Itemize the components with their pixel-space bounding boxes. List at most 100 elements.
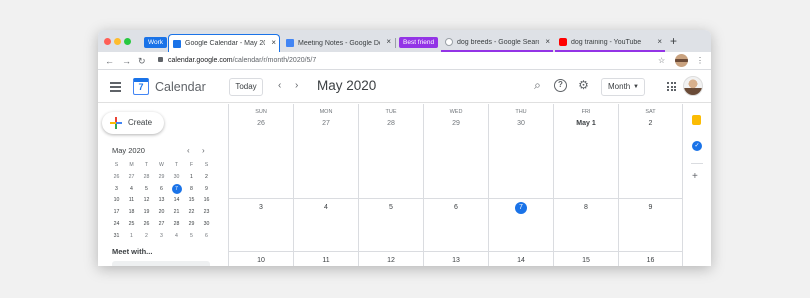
close-tab-icon[interactable]: × bbox=[657, 37, 662, 46]
close-window-button[interactable] bbox=[104, 38, 111, 45]
mini-day[interactable]: 15 bbox=[184, 195, 199, 207]
mini-day[interactable]: 26 bbox=[139, 219, 154, 231]
close-tab-icon[interactable]: × bbox=[386, 37, 391, 46]
bookmark-star-icon[interactable]: ☆ bbox=[658, 55, 665, 67]
day-number[interactable]: 10 bbox=[229, 257, 293, 264]
tab-group-work[interactable]: Work bbox=[144, 37, 168, 48]
mini-day[interactable]: 21 bbox=[169, 207, 184, 219]
today-date-badge[interactable]: 7 bbox=[515, 202, 527, 214]
close-tab-icon[interactable]: × bbox=[271, 38, 276, 47]
mini-day[interactable]: 3 bbox=[154, 231, 169, 243]
new-tab-button[interactable]: + bbox=[670, 34, 677, 48]
day-number[interactable]: 6 bbox=[424, 204, 488, 211]
add-addon-icon[interactable]: + bbox=[692, 172, 698, 182]
reload-icon[interactable]: ↻ bbox=[138, 54, 146, 68]
mini-day[interactable]: 20 bbox=[154, 207, 169, 219]
mini-day[interactable]: 8 bbox=[184, 184, 199, 196]
mini-day[interactable]: 25 bbox=[124, 219, 139, 231]
mini-day[interactable]: 2 bbox=[139, 231, 154, 243]
browser-menu-icon[interactable]: ⋮ bbox=[696, 55, 704, 67]
day-cell[interactable]: 10 bbox=[228, 252, 293, 266]
day-number[interactable]: 8 bbox=[554, 204, 618, 211]
mini-day[interactable]: 24 bbox=[109, 219, 124, 231]
mini-day[interactable]: 4 bbox=[169, 231, 184, 243]
help-icon[interactable]: ? bbox=[554, 79, 567, 92]
day-cell[interactable]: WED 29 bbox=[423, 104, 488, 199]
zoom-window-button[interactable] bbox=[124, 38, 131, 45]
keep-icon[interactable] bbox=[692, 115, 701, 125]
mini-day[interactable]: 6 bbox=[199, 231, 214, 243]
mini-day[interactable]: 27 bbox=[124, 172, 139, 184]
day-cell[interactable]: TUE 28 bbox=[358, 104, 423, 199]
day-cell[interactable]: 6 bbox=[423, 199, 488, 252]
day-cell[interactable]: 11 bbox=[293, 252, 358, 266]
mini-day[interactable]: 6 bbox=[154, 184, 169, 196]
day-number[interactable]: 15 bbox=[554, 257, 618, 264]
tab-group-best-friend[interactable]: Best friend bbox=[399, 37, 439, 48]
day-number[interactable]: 26 bbox=[229, 120, 293, 127]
mini-day[interactable]: 1 bbox=[124, 231, 139, 243]
today-button[interactable]: Today bbox=[229, 78, 263, 96]
mini-day[interactable]: 30 bbox=[169, 172, 184, 184]
mini-day[interactable]: 28 bbox=[169, 219, 184, 231]
day-number[interactable]: 16 bbox=[619, 257, 682, 264]
tab-meeting-notes[interactable]: Meeting Notes - Google Docs × bbox=[282, 34, 394, 52]
mini-day[interactable]: 16 bbox=[199, 195, 214, 207]
day-number[interactable]: 13 bbox=[424, 257, 488, 264]
day-cell[interactable]: 12 bbox=[358, 252, 423, 266]
mini-day[interactable]: 14 bbox=[169, 195, 184, 207]
day-cell[interactable]: SAT 2 bbox=[618, 104, 682, 199]
day-cell[interactable]: 8 bbox=[553, 199, 618, 252]
mini-day[interactable]: 11 bbox=[124, 195, 139, 207]
day-number[interactable]: 4 bbox=[294, 204, 358, 211]
day-number[interactable]: 29 bbox=[424, 120, 488, 127]
mini-next-icon[interactable]: › bbox=[202, 146, 205, 155]
day-cell[interactable]: 4 bbox=[293, 199, 358, 252]
day-cell[interactable]: 5 bbox=[358, 199, 423, 252]
day-number[interactable]: 14 bbox=[489, 257, 553, 264]
tasks-icon[interactable]: ✓ bbox=[692, 141, 702, 151]
mini-prev-icon[interactable]: ‹ bbox=[187, 146, 190, 155]
mini-day[interactable]: 27 bbox=[154, 219, 169, 231]
day-number[interactable]: 9 bbox=[619, 204, 682, 211]
settings-gear-icon[interactable]: ⚙ bbox=[577, 79, 590, 92]
day-cell[interactable]: 14 bbox=[488, 252, 553, 266]
day-cell[interactable]: 13 bbox=[423, 252, 488, 266]
search-people-input[interactable] bbox=[112, 261, 210, 266]
day-number[interactable]: 12 bbox=[359, 257, 423, 264]
search-icon[interactable]: ⌕ bbox=[531, 79, 544, 92]
mini-day[interactable]: 7 bbox=[169, 184, 184, 196]
mini-day[interactable]: 29 bbox=[154, 172, 169, 184]
view-switcher[interactable]: Month ▼ bbox=[601, 78, 645, 96]
mini-day[interactable]: 2 bbox=[199, 172, 214, 184]
mini-day[interactable]: 18 bbox=[124, 207, 139, 219]
day-number[interactable]: 3 bbox=[229, 204, 293, 211]
tab-dog-training[interactable]: dog training - YouTube × bbox=[555, 34, 665, 52]
tab-dog-breeds[interactable]: dog breeds - Google Search × bbox=[441, 34, 553, 52]
day-number[interactable]: 27 bbox=[294, 120, 358, 127]
prev-month-icon[interactable]: ‹ bbox=[278, 79, 281, 93]
mini-day[interactable]: 31 bbox=[109, 231, 124, 243]
day-cell[interactable]: 7 bbox=[488, 199, 553, 252]
day-number[interactable]: 30 bbox=[489, 120, 553, 127]
day-cell[interactable]: SUN 26 bbox=[228, 104, 293, 199]
mini-day[interactable]: 17 bbox=[109, 207, 124, 219]
account-avatar[interactable] bbox=[683, 76, 703, 96]
minimize-window-button[interactable] bbox=[114, 38, 121, 45]
day-cell[interactable]: 15 bbox=[553, 252, 618, 266]
mini-day[interactable]: 28 bbox=[139, 172, 154, 184]
day-cell[interactable]: 16 bbox=[618, 252, 682, 266]
day-number[interactable]: 5 bbox=[359, 204, 423, 211]
create-button[interactable]: Create bbox=[102, 112, 164, 134]
mini-day[interactable]: 23 bbox=[199, 207, 214, 219]
mini-day[interactable]: 19 bbox=[139, 207, 154, 219]
mini-day[interactable]: 5 bbox=[184, 231, 199, 243]
mini-day[interactable]: 10 bbox=[109, 195, 124, 207]
address-bar[interactable]: calendar.google.com/calendar/r/month/202… bbox=[158, 55, 673, 67]
mini-day[interactable]: 1 bbox=[184, 172, 199, 184]
mini-day[interactable]: 5 bbox=[139, 184, 154, 196]
profile-avatar[interactable] bbox=[675, 54, 688, 67]
mini-day[interactable]: 26 bbox=[109, 172, 124, 184]
back-icon[interactable]: ← bbox=[105, 54, 114, 68]
day-number[interactable]: 28 bbox=[359, 120, 423, 127]
